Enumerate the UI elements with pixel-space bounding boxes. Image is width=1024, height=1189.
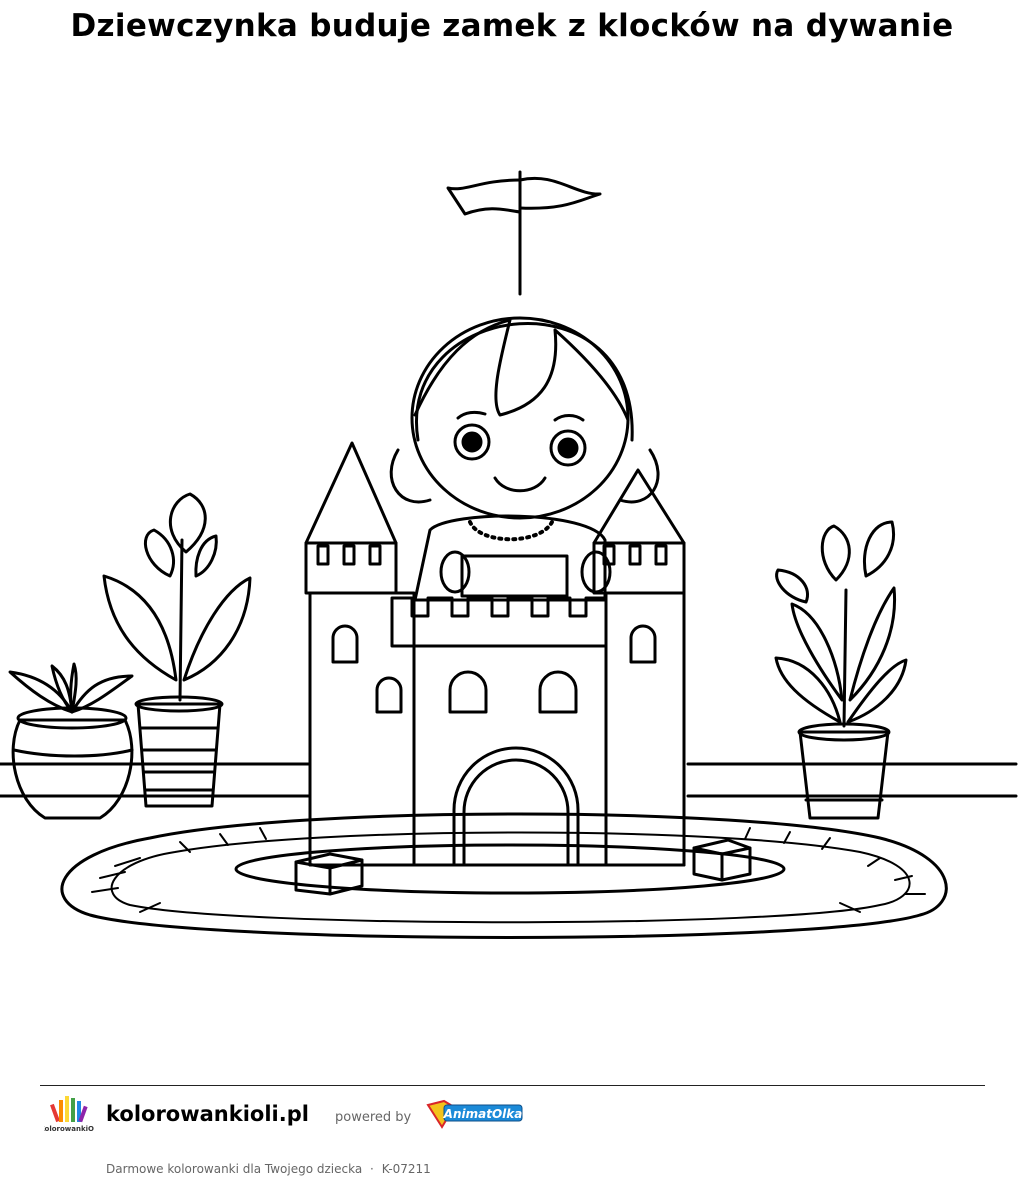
page-code: K-07211 <box>381 1162 431 1176</box>
coloring-illustration <box>0 170 1018 939</box>
kolorowankioli-logo[interactable]: KolorowankiOli <box>44 1094 94 1140</box>
tagline-text: Darmowe kolorowanki dla Twojego dziecka <box>106 1162 363 1176</box>
tagline-separator: · <box>370 1162 374 1176</box>
rug <box>60 812 948 939</box>
footer-tagline: Darmowe kolorowanki dla Twojego dziecka … <box>106 1162 431 1176</box>
flag <box>446 170 602 296</box>
animatolka-logo[interactable]: AnimatOlka <box>424 1097 526 1133</box>
footer-divider <box>40 1085 985 1086</box>
powered-by-label: powered by <box>335 1110 412 1125</box>
animatolka-logo-text: AnimatOlka <box>443 1107 523 1121</box>
girl <box>389 316 660 602</box>
site-name[interactable]: kolorowankioli.pl <box>106 1102 309 1126</box>
castle <box>304 441 686 867</box>
page-title: Dziewczynka buduje zamek z klocków na dy… <box>70 8 954 44</box>
held-block <box>460 554 569 598</box>
plant-left-tall <box>102 492 252 808</box>
plant-right <box>774 520 908 820</box>
logo-text: KolorowankiOli <box>44 1125 94 1133</box>
